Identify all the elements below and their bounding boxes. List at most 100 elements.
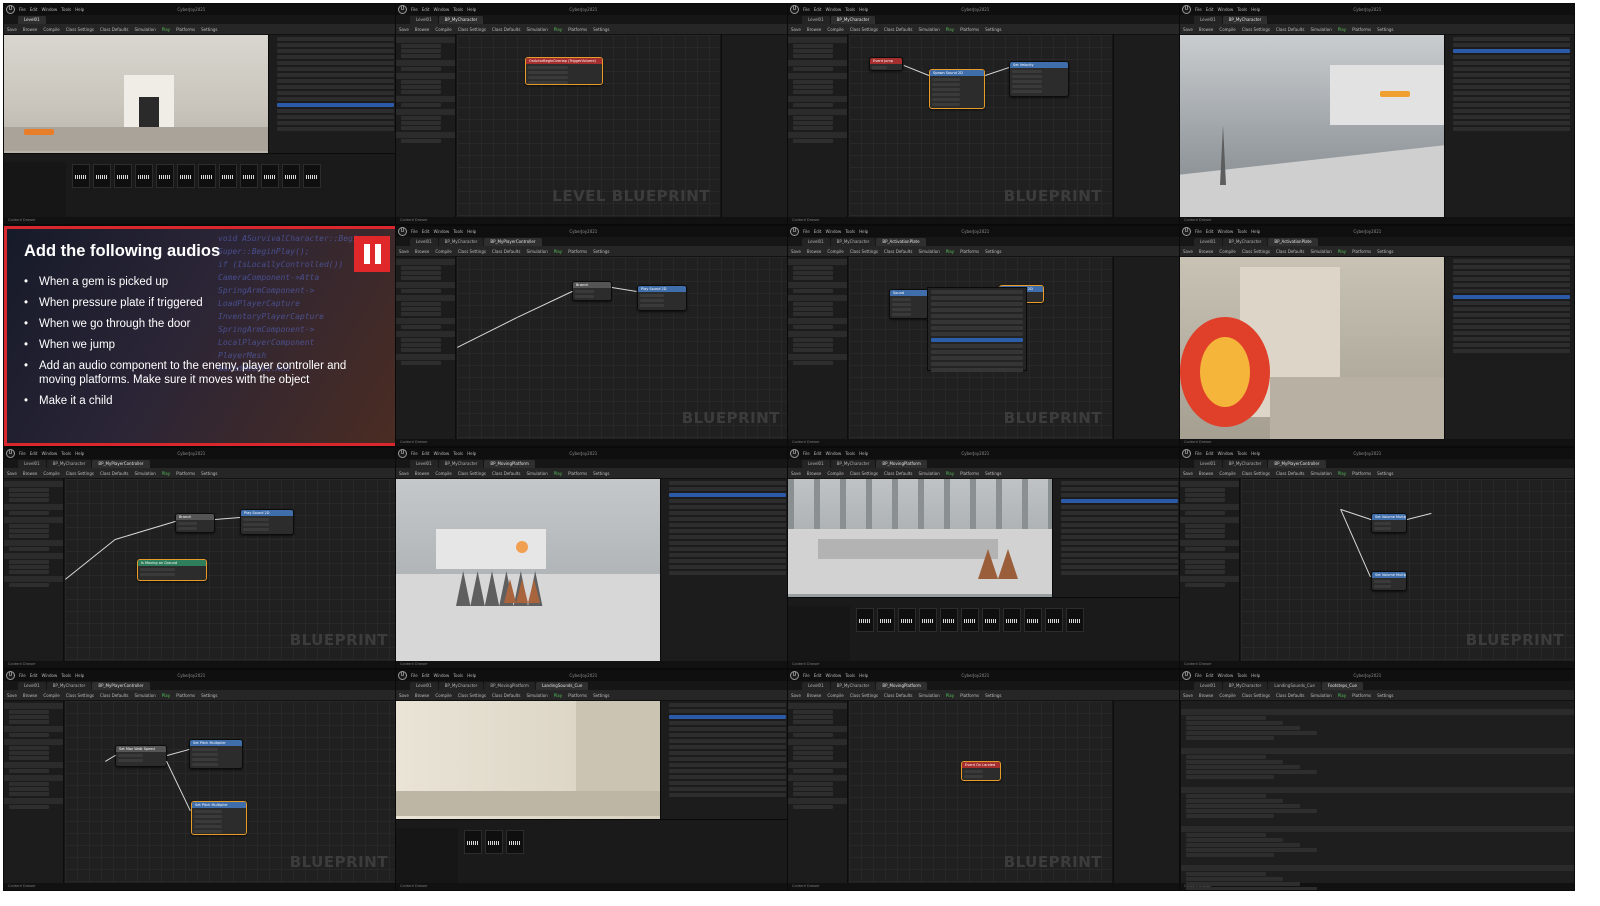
- panel-row[interactable]: [9, 787, 49, 791]
- menu-help[interactable]: Help: [75, 7, 84, 12]
- panel-section-header[interactable]: [1180, 576, 1239, 582]
- outliner-row[interactable]: [1061, 523, 1178, 527]
- simulation-button[interactable]: Simulation: [1310, 27, 1331, 32]
- graph-node[interactable]: Play Sound 2D: [240, 509, 294, 535]
- platforms-button[interactable]: Platforms: [568, 471, 587, 476]
- outliner-row[interactable]: [1453, 67, 1570, 71]
- node-pin[interactable]: [575, 295, 594, 298]
- document-tab[interactable]: LandingSounds_Cue: [1268, 682, 1321, 690]
- document-tab[interactable]: Level01: [18, 460, 46, 468]
- status-bar[interactable]: Content Drawer: [396, 439, 790, 446]
- outliner-row[interactable]: [1453, 319, 1570, 323]
- panel-row[interactable]: [401, 302, 441, 306]
- panel-section-header[interactable]: [788, 132, 847, 138]
- outliner-row[interactable]: [1061, 481, 1178, 485]
- property-row[interactable]: [1186, 887, 1317, 890]
- panel-row[interactable]: [793, 338, 833, 342]
- class-settings-button[interactable]: Class Settings: [1242, 27, 1270, 32]
- outliner-row[interactable]: [669, 751, 786, 755]
- panel-row[interactable]: [793, 126, 833, 130]
- property-row[interactable]: [1186, 775, 1274, 779]
- class-defaults-button[interactable]: Class Defaults: [100, 471, 129, 476]
- save-button[interactable]: Save: [7, 27, 17, 32]
- panel-row[interactable]: [793, 276, 833, 280]
- panel-row[interactable]: [1185, 547, 1225, 551]
- menu-help[interactable]: Help: [859, 7, 868, 12]
- event-graph[interactable]: Branch Play Sound 2D Is Moving on Ground BL…: [65, 479, 398, 661]
- panel-row[interactable]: [401, 361, 441, 365]
- outliner-row[interactable]: [669, 541, 786, 545]
- settings-button[interactable]: Settings: [985, 27, 1001, 32]
- panel-row[interactable]: [793, 116, 833, 120]
- panel-section-header[interactable]: [788, 282, 847, 288]
- outliner-row[interactable]: [669, 703, 786, 707]
- platforms-button[interactable]: Platforms: [1352, 249, 1371, 254]
- graph-node[interactable]: Branch: [175, 513, 215, 533]
- graph-node[interactable]: Branch: [572, 281, 612, 301]
- panel-section-header[interactable]: [4, 540, 63, 546]
- details-section[interactable]: [1181, 787, 1574, 793]
- settings-button[interactable]: Settings: [985, 693, 1001, 698]
- class-defaults-button[interactable]: Class Defaults: [100, 27, 129, 32]
- panel-section-header[interactable]: [4, 798, 63, 804]
- outliner-row[interactable]: [669, 769, 786, 773]
- unreal-logo-icon[interactable]: U: [6, 5, 15, 14]
- outliner-row[interactable]: [1453, 313, 1570, 317]
- class-settings-button[interactable]: Class Settings: [458, 693, 486, 698]
- document-tab[interactable]: BP_MyPlayerController: [1268, 460, 1326, 468]
- unreal-logo-icon[interactable]: U: [1182, 5, 1191, 14]
- menu-help[interactable]: Help: [1251, 451, 1260, 456]
- panel-section-header[interactable]: [788, 60, 847, 66]
- panel-section-header[interactable]: [396, 282, 455, 288]
- sound-asset[interactable]: [93, 164, 111, 188]
- menu-tools[interactable]: Tools: [453, 673, 463, 678]
- details-section[interactable]: [1181, 826, 1574, 832]
- menu-file[interactable]: File: [803, 7, 810, 12]
- menu-file[interactable]: File: [411, 451, 418, 456]
- document-tab[interactable]: BP_ActivationPlate: [876, 238, 926, 246]
- menu-help[interactable]: Help: [859, 229, 868, 234]
- sound-asset[interactable]: [961, 608, 979, 632]
- document-tab[interactable]: LandingSounds_Cue: [535, 682, 589, 690]
- document-tab[interactable]: BP_MyCharacter: [830, 16, 876, 24]
- simulation-button[interactable]: Simulation: [918, 471, 939, 476]
- panel-row[interactable]: [793, 90, 833, 94]
- property-row[interactable]: [1186, 833, 1266, 837]
- play-button[interactable]: Play: [162, 693, 170, 698]
- panel-section-header[interactable]: [788, 295, 847, 301]
- unreal-logo-icon[interactable]: U: [398, 671, 407, 680]
- save-button[interactable]: Save: [1183, 693, 1193, 698]
- panel-row[interactable]: [9, 488, 49, 492]
- level-viewport[interactable]: [1180, 257, 1444, 439]
- menu-option[interactable]: [931, 314, 1023, 318]
- platforms-button[interactable]: Platforms: [960, 249, 979, 254]
- menu-help[interactable]: Help: [859, 451, 868, 456]
- menu-option[interactable]: [931, 332, 1023, 336]
- sound-asset[interactable]: [177, 164, 195, 188]
- outliner-row[interactable]: [1453, 37, 1570, 41]
- document-tab[interactable]: BP_MyPlayerController: [484, 238, 542, 246]
- outliner-row[interactable]: [1453, 349, 1570, 353]
- node-pin[interactable]: [892, 298, 911, 301]
- sound-asset[interactable]: [261, 164, 279, 188]
- outliner-row[interactable]: [1453, 97, 1570, 101]
- sound-asset[interactable]: [1003, 608, 1021, 632]
- outliner-row[interactable]: [1453, 103, 1570, 107]
- play-button[interactable]: Play: [554, 471, 562, 476]
- property-row[interactable]: [1186, 736, 1274, 740]
- simulation-button[interactable]: Simulation: [918, 693, 939, 698]
- panel-row[interactable]: [9, 756, 49, 760]
- menu-edit[interactable]: Edit: [814, 673, 822, 678]
- settings-button[interactable]: Settings: [1377, 27, 1393, 32]
- play-button[interactable]: Play: [946, 27, 954, 32]
- outliner-row[interactable]: [669, 715, 786, 719]
- menu-window[interactable]: Window: [1217, 229, 1233, 234]
- panel-section-header[interactable]: [788, 739, 847, 745]
- browse-button[interactable]: Browse: [807, 693, 822, 698]
- panel-row[interactable]: [793, 80, 833, 84]
- platforms-button[interactable]: Platforms: [1352, 471, 1371, 476]
- browse-button[interactable]: Browse: [1199, 249, 1214, 254]
- property-row[interactable]: [1186, 872, 1266, 876]
- property-row[interactable]: [1186, 770, 1317, 774]
- event-graph[interactable]: Event On Landed BLUEPRINT: [849, 701, 1112, 883]
